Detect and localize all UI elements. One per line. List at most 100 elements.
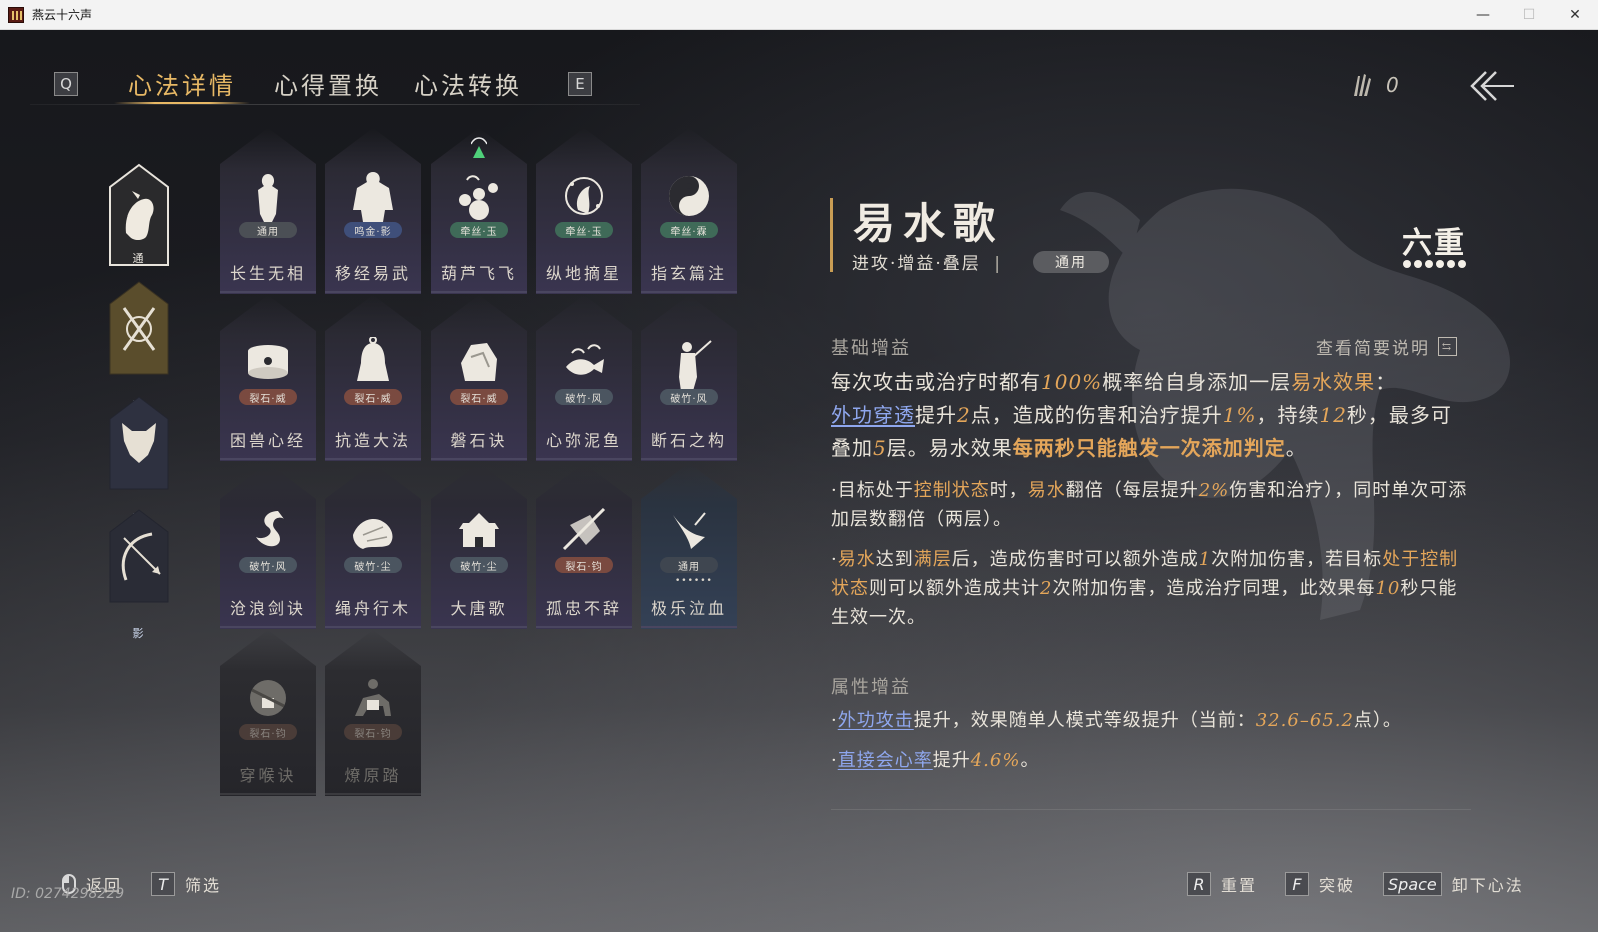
card-name: 指玄篇注 — [650, 264, 727, 283]
skill-card[interactable]: 鸣金·影 移经易武 — [325, 128, 421, 294]
window-title: 燕云十六声 — [32, 8, 93, 22]
figure-icon — [258, 174, 278, 222]
tab-divider — [30, 104, 640, 105]
card-name: 大唐歌 — [450, 599, 508, 618]
skill-card[interactable]: 破竹·风沧浪剑诀 — [220, 463, 316, 629]
skill-level: 六重 — [1402, 226, 1466, 261]
next-tab-key[interactable]: E — [568, 72, 592, 96]
close-button[interactable]: ✕ — [1552, 0, 1598, 30]
skill-card[interactable]: 破竹·风断石之构 — [641, 295, 737, 461]
card-name: 长生无相 — [229, 264, 306, 283]
swap-icon: ⇆ — [1438, 337, 1457, 356]
card-name: 心弥泥鱼 — [545, 431, 622, 450]
maximize-button[interactable]: ☐ — [1506, 0, 1552, 30]
rider-icon — [355, 679, 391, 716]
card-tag: 破竹·尘 — [450, 557, 508, 573]
skill-card[interactable]: 牵丝·玉 纵地摘星 — [536, 128, 632, 294]
card-tag: 通用 — [239, 222, 297, 238]
breakthrough-hint[interactable]: F 突破 — [1285, 872, 1355, 896]
tree-icon — [353, 519, 393, 549]
armor-icon — [353, 172, 393, 222]
skill-card[interactable]: 裂石·钧 穿喉诀 — [220, 630, 316, 796]
skill-card[interactable]: 破竹·尘 绳舟行木 — [325, 463, 421, 629]
game-screen: Q 心法详情 心得置换 心法转换 E 0 通 影 通用 长生无相 鸣金·影 移经… — [0, 30, 1598, 932]
category-shadow-2[interactable]: 影 — [108, 395, 169, 525]
level-dot — [1458, 260, 1466, 268]
base-buff-heading: 基础增益 — [831, 338, 911, 359]
card-tag: 鸣金·影 — [344, 222, 402, 238]
brief-link-label: 查看简要说明 — [1316, 339, 1430, 359]
bell-icon — [357, 337, 389, 381]
card-tag: 裂石·威 — [450, 389, 508, 405]
player-id: ID: 0274298229 — [11, 886, 125, 902]
app-icon — [8, 6, 24, 23]
unload-hint[interactable]: Space 卸下心法 — [1383, 872, 1524, 896]
card-name: 沧浪剑诀 — [229, 599, 306, 618]
attribute-buff-heading: 属性增益 — [831, 677, 911, 698]
swordsman-icon — [679, 340, 712, 391]
skill-card[interactable]: 裂石·威抗造大法 — [325, 295, 421, 461]
skill-card[interactable]: 裂石·威 磐石诀 — [431, 295, 527, 461]
level-dot — [1403, 260, 1411, 268]
minimize-button[interactable]: — — [1460, 0, 1506, 30]
window-titlebar: 燕云十六声 — ☐ ✕ — [0, 0, 1598, 30]
skill-card[interactable]: 通用 长生无相 — [220, 128, 316, 294]
skill-card[interactable]: 通用 •••••• 极乐泣血 — [641, 463, 737, 629]
external-penetration-link[interactable]: 外功穿透 — [831, 403, 915, 427]
skill-card[interactable]: 裂石·威 困兽心经 — [220, 295, 316, 461]
active-tab-indicator — [114, 102, 250, 104]
tab-insight-swap[interactable]: 心得置换 — [274, 66, 382, 101]
card-name: 抗造大法 — [334, 431, 411, 450]
category-badge: 影 — [132, 627, 144, 640]
category-all[interactable]: 通 — [108, 163, 169, 267]
prev-tab-key[interactable]: Q — [54, 72, 78, 96]
level-dot — [1436, 260, 1444, 268]
card-tag: 破竹·风 — [239, 557, 297, 573]
breakthrough-key: F — [1285, 872, 1309, 896]
skill-card[interactable]: 裂石·钧 孤忠不辞 — [536, 463, 632, 629]
card-name: 困兽心经 — [229, 431, 306, 450]
tab-skill-details[interactable]: 心法详情 — [128, 66, 236, 101]
filter-key: T — [151, 872, 175, 896]
back-arrow-icon[interactable] — [1470, 68, 1516, 104]
reset-hint[interactable]: R 重置 — [1187, 872, 1257, 896]
level-dot — [1447, 260, 1455, 268]
card-tag: 裂石·钧 — [555, 557, 613, 573]
skill-attributes: 进攻·增益·叠层 | — [852, 249, 1002, 274]
card-tag: 牵丝·霖 — [660, 222, 718, 238]
attribute-line-attack: ·外功攻击提升，效果随单人模式等级提升（当前：32.6–65.2点）。 — [831, 710, 1402, 731]
skill-card[interactable]: 裂石·钧 燎原踏 — [325, 630, 421, 796]
direct-crit-link[interactable]: 直接会心率 — [838, 750, 933, 771]
palace-icon — [459, 513, 499, 547]
unload-key: Space — [1383, 872, 1442, 896]
category-shadow-1[interactable]: 影 — [108, 280, 169, 412]
brief-description-toggle[interactable]: 查看简要说明 ⇆ — [1316, 334, 1457, 359]
bullet-full-stacks: ·易水达到满层后，造成伤害时可以额外造成1次附加伤害，若目标处于控制状态则可以额… — [831, 549, 1459, 628]
card-name: 穿喉诀 — [239, 766, 297, 785]
skill-card[interactable]: 牵丝·霖指玄篇注 — [641, 128, 737, 294]
card-tag: 裂石·威 — [344, 389, 402, 405]
panel-divider — [831, 809, 1471, 810]
skill-card[interactable]: 破竹·尘大唐歌 — [431, 463, 527, 629]
blade-icon — [673, 512, 706, 549]
card-name: 极乐泣血 — [650, 599, 727, 618]
level-dot — [1425, 260, 1433, 268]
card-tag: 通用 — [660, 557, 718, 573]
skill-card[interactable]: 破竹·风心弥泥鱼 — [536, 295, 632, 461]
spear-icon — [562, 507, 606, 551]
filter-hint[interactable]: T 筛选 — [151, 872, 221, 896]
tab-skill-convert[interactable]: 心法转换 — [414, 66, 522, 101]
currency-value: 0 — [1386, 73, 1399, 97]
star-orbit-icon — [565, 177, 603, 215]
main-description: 每次攻击或治疗时都有100%概率给自身添加一层易水效果： 外功穿透提升2点，造成… — [831, 370, 1452, 460]
card-tag: 破竹·风 — [660, 389, 718, 405]
dragon-icon — [256, 511, 284, 547]
card-tag: 破竹·风 — [555, 389, 613, 405]
skill-attr-text: 进攻·增益·叠层 — [852, 254, 981, 274]
gourd-icon — [459, 175, 498, 220]
card-name: 断石之构 — [650, 431, 727, 450]
skill-card[interactable]: 牵丝·玉 葫芦飞飞 — [431, 128, 527, 294]
external-attack-link[interactable]: 外功攻击 — [838, 710, 914, 731]
category-shadow-3[interactable]: 影 — [108, 508, 169, 640]
skill-name: 易水歌 — [853, 199, 1004, 248]
